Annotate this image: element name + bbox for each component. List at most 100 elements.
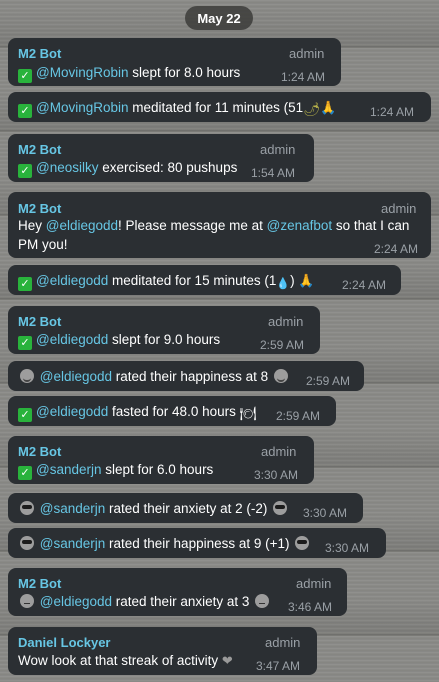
user-mention[interactable]: @eldiegodd (36, 404, 108, 419)
message-body: fasted for 48.0 hours (108, 404, 236, 419)
message-text: ✓ @eldiegodd slept for 9.0 hours (18, 330, 220, 350)
message-body: Hey (18, 218, 46, 233)
admin-badge: admin (296, 576, 332, 591)
message-body: rated their happiness at 8 (112, 369, 269, 384)
sunglasses-face-icon (20, 536, 34, 550)
user-mention[interactable]: @eldiegodd (36, 332, 108, 347)
sunglasses-face-icon (273, 501, 288, 515)
message-bubble[interactable]: M2 Bot admin @eldiegodd rated their anxi… (8, 568, 347, 616)
user-mention[interactable]: @neosilky (36, 160, 98, 175)
message-body: slept for 9.0 hours (108, 332, 221, 347)
message-text: @eldiegodd rated their anxiety at 3 (18, 592, 271, 611)
message-time: 2:24 AM (374, 242, 419, 256)
message-text: ✓ @neosilky exercised: 80 pushups (18, 158, 237, 178)
message-bubble[interactable]: M2 Bot admin Hey @eldiegodd! Please mess… (8, 192, 431, 258)
sender-name[interactable]: M2 Bot (18, 140, 61, 159)
check-mark-icon: ✓ (18, 104, 32, 118)
sunglasses-face-icon (20, 501, 34, 515)
sender-name[interactable]: M2 Bot (18, 44, 61, 63)
user-mention[interactable]: @MovingRobin (36, 65, 129, 80)
message-bubble[interactable]: @sanderjn rated their anxiety at 2 (-2) … (8, 493, 363, 523)
date-label: May 22 (197, 10, 241, 26)
message-text: ✓ @sanderjn slept for 6.0 hours (18, 460, 213, 480)
message-time: 1:24 AM (370, 105, 415, 119)
message-text: ✓ @MovingRobin meditated for 11 minutes (… (18, 98, 336, 119)
check-mark-icon: ✓ (18, 69, 32, 83)
drop-icon: 💧 (276, 278, 291, 290)
admin-badge: admin (268, 314, 304, 329)
check-mark-icon: ✓ (18, 466, 32, 480)
message-time: 2:59 AM (276, 409, 321, 423)
message-time: 2:59 AM (306, 374, 351, 388)
pepper-icon: 🌶 (303, 102, 321, 117)
sender-name[interactable]: Daniel Lockyer (18, 633, 111, 652)
date-divider: May 22 (185, 6, 253, 30)
message-bubble[interactable]: @eldiegodd rated their happiness at 8 2:… (8, 361, 364, 391)
admin-badge: admin (260, 142, 296, 157)
message-time: 3:30 AM (325, 541, 370, 555)
message-bubble[interactable]: Daniel Lockyer admin Wow look at that st… (8, 627, 317, 675)
message-body: ! Please message me at (118, 218, 267, 233)
message-text: @sanderjn rated their anxiety at 2 (-2) (18, 499, 289, 518)
message-text: Wow look at that streak of activity ❤ (18, 651, 233, 670)
message-bubble[interactable]: ✓ @eldiegodd meditated for 15 minutes (1💧… (8, 265, 401, 295)
message-body: slept for 6.0 hours (101, 462, 214, 477)
message-body: exercised: 80 pushups (98, 160, 238, 175)
message-time: 1:54 AM (251, 166, 296, 180)
message-time: 3:47 AM (256, 659, 301, 673)
message-time: 1:24 AM (281, 70, 326, 84)
smiling-face-icon (20, 369, 34, 383)
message-body: rated their happiness at 9 (+1) (105, 536, 290, 551)
check-mark-icon: ✓ (18, 408, 32, 422)
user-mention[interactable]: @zenafbot (267, 218, 333, 233)
user-mention[interactable]: @eldiegodd (46, 218, 118, 233)
message-time: 3:30 AM (254, 468, 299, 482)
check-mark-icon: ✓ (18, 336, 32, 350)
user-mention[interactable]: @MovingRobin (36, 100, 129, 115)
message-body: slept for 8.0 hours (128, 65, 241, 80)
heart-icon: ❤ (221, 653, 233, 668)
message-bubble[interactable]: M2 Bot admin ✓ @sanderjn slept for 6.0 ho… (8, 436, 314, 484)
message-body: rated their anxiety at 3 (112, 594, 250, 609)
message-text: ✓ @MovingRobin slept for 8.0 hours (18, 63, 240, 83)
plate-icon: 🍽 (239, 406, 257, 421)
message-time: 3:46 AM (288, 600, 333, 614)
sender-name[interactable]: M2 Bot (18, 442, 61, 461)
user-mention[interactable]: @eldiegodd (40, 594, 112, 609)
check-mark-icon: ✓ (18, 164, 32, 178)
message-body: meditated for 11 minutes (51 (128, 100, 304, 115)
admin-badge: admin (289, 46, 325, 61)
message-text: @sanderjn rated their happiness at 9 (+1… (18, 534, 311, 553)
message-bubble[interactable]: ✓ @MovingRobin meditated for 11 minutes (… (8, 92, 431, 122)
user-mention[interactable]: @eldiegodd (36, 273, 108, 288)
sender-name[interactable]: M2 Bot (18, 312, 61, 331)
message-body: rated their anxiety at 2 (-2) (105, 501, 268, 516)
message-text: Hey @eldiegodd! Please message me at @ze… (18, 216, 413, 254)
message-bubble[interactable]: M2 Bot admin ✓ @eldiegodd slept for 9.0 h… (8, 306, 320, 354)
sunglasses-face-icon (295, 536, 310, 550)
message-text: ✓ @eldiegodd meditated for 15 minutes (1💧… (18, 271, 314, 294)
sender-name[interactable]: M2 Bot (18, 574, 61, 593)
neutral-face-icon (20, 594, 34, 608)
message-time: 2:59 AM (260, 338, 305, 352)
user-mention[interactable]: @eldiegodd (40, 369, 112, 384)
user-mention[interactable]: @sanderjn (40, 501, 106, 516)
folded-hands-icon: 🙏 (320, 100, 337, 115)
message-body: meditated for 15 minutes (1 (108, 273, 277, 288)
admin-badge: admin (265, 635, 301, 650)
message-bubble[interactable]: ✓ @eldiegodd fasted for 48.0 hours 🍽 2:59… (8, 396, 336, 426)
message-bubble[interactable]: M2 Bot admin ✓ @MovingRobin slept for 8.0… (8, 38, 341, 86)
message-text: @eldiegodd rated their happiness at 8 (18, 367, 290, 386)
message-text: ✓ @eldiegodd fasted for 48.0 hours 🍽 (18, 402, 257, 423)
folded-hands-icon: 🙏 (294, 273, 315, 288)
message-bubble[interactable]: M2 Bot admin ✓ @neosilky exercised: 80 pu… (8, 134, 314, 182)
user-mention[interactable]: @sanderjn (40, 536, 106, 551)
check-mark-icon: ✓ (18, 277, 32, 291)
admin-badge: admin (261, 444, 297, 459)
message-body: Wow look at that streak of activity (18, 653, 219, 668)
message-bubble[interactable]: @sanderjn rated their happiness at 9 (+1… (8, 528, 386, 558)
user-mention[interactable]: @sanderjn (36, 462, 102, 477)
neutral-face-icon (255, 594, 270, 608)
message-time: 2:24 AM (342, 278, 387, 292)
smiling-face-icon (273, 369, 288, 383)
